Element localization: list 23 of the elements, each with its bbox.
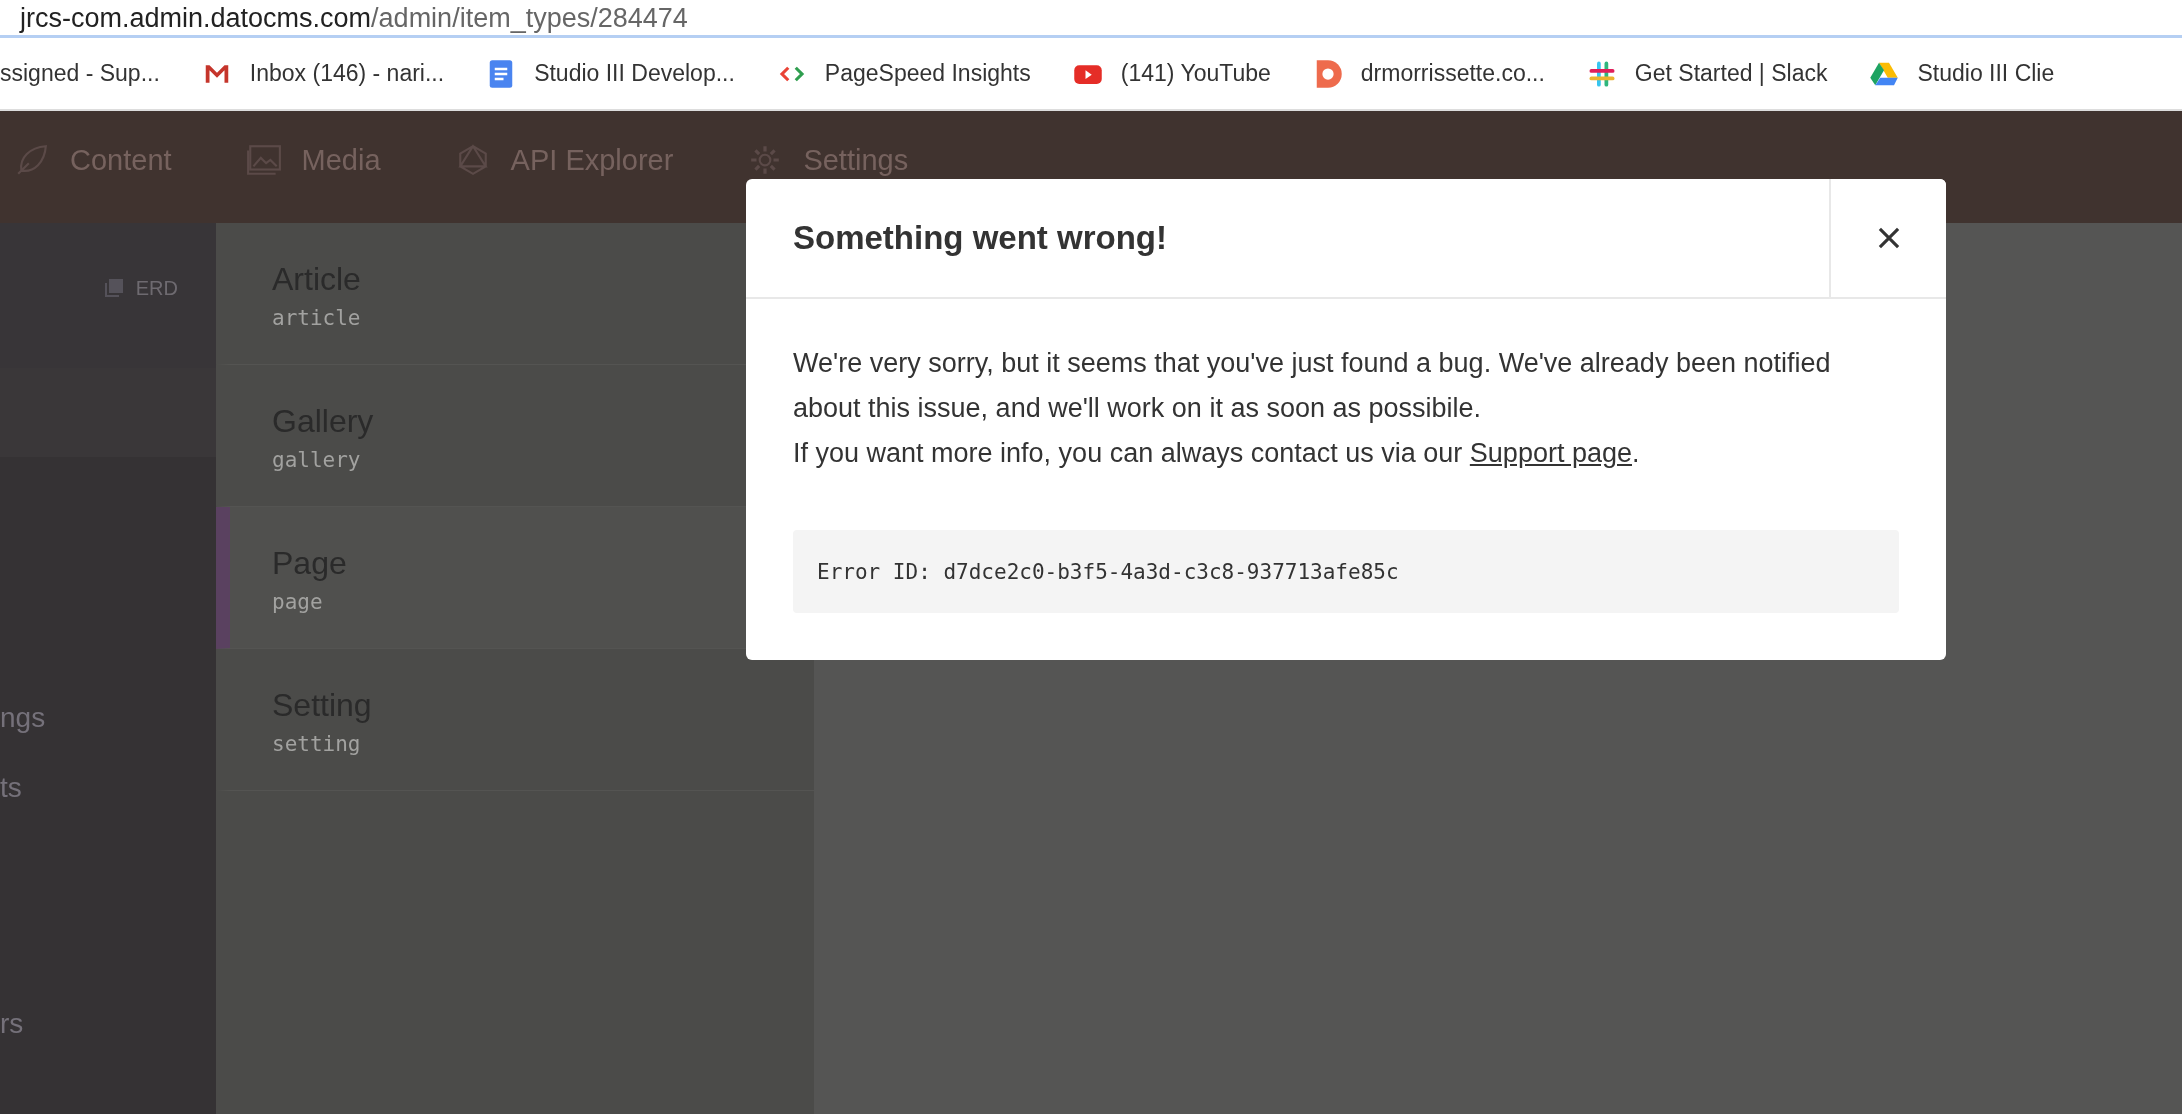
model-api-key: setting [272,732,361,756]
erd-label: ERD [135,276,178,300]
bookmark-label: Get Started | Slack [1634,60,1828,87]
model-api-key: page [272,590,323,614]
bookmark-label: Studio III Develop... [534,60,735,87]
image-icon [245,143,282,177]
bookmark-label: (141) YouTube [1120,60,1271,87]
support-page-link[interactable]: Support page [1469,438,1632,468]
bookmark-label: ssigned - Sup... [0,60,160,87]
address-bar[interactable]: jrcs-com.admin.datocms.com/admin/item_types/284474 [0,0,2182,38]
bookmark-label: PageSpeed Insights [824,60,1031,87]
error-id: Error ID: d7dce2c0-b3f5-4a3d-c3c8-937713afe85c [817,559,1399,584]
url-text: jrcs-com.admin.datocms.com/admin/item_types/284474 [20,2,688,35]
model-api-key: gallery [272,448,361,472]
sidebar-item[interactable]: ts [0,772,216,842]
bookmark-label: Inbox (146) - nari... [249,60,445,87]
sidebar-item[interactable]: ngs [0,702,216,772]
bookmark-label: drmorrissette.co... [1360,60,1545,87]
pdf-icon [103,278,124,298]
bookmark-label: Studio III Clie [1917,60,2055,87]
close-button[interactable] [1829,179,1946,297]
model-api-key: article [272,306,361,330]
sidebar-item[interactable]: rs [0,1008,216,1078]
